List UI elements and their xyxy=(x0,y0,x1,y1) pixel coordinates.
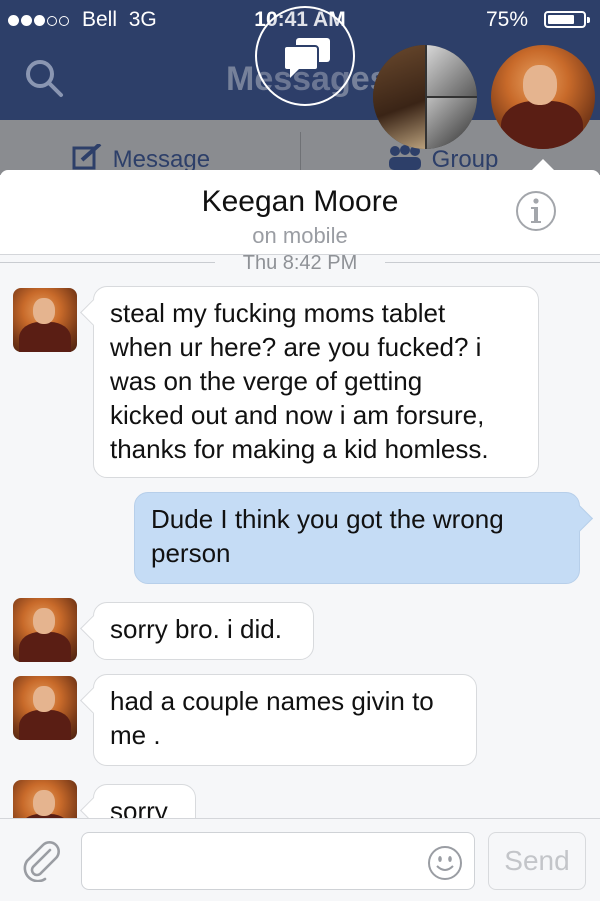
emoji-icon[interactable] xyxy=(427,845,463,881)
message-composer: Send xyxy=(0,818,600,901)
chat-heads-toggle-button[interactable] xyxy=(255,6,355,106)
timestamp-divider: Thu 8:42 PM xyxy=(0,254,600,276)
message-bubble-incoming[interactable]: sorry bro. i did. xyxy=(93,602,314,660)
message-thread[interactable]: Thu 8:42 PM steal my fucking moms tablet… xyxy=(0,254,600,818)
message-line: kicked out and now i am forsure, xyxy=(110,400,485,430)
message-bubble-outgoing[interactable]: Dude I think you got the wrong person xyxy=(134,492,580,584)
conversation-header: Keegan Moore on mobile xyxy=(0,170,600,255)
group-photo-1 xyxy=(373,45,425,149)
message-bubble-incoming[interactable]: had a couple names givin to me . xyxy=(93,674,477,766)
search-icon[interactable] xyxy=(24,58,64,98)
message-line: sorry xyxy=(110,796,168,818)
message-line: thanks for making a kid homless. xyxy=(110,434,489,464)
message-line: was on the verge of getting xyxy=(110,366,423,396)
sender-avatar[interactable] xyxy=(13,598,77,662)
paperclip-icon[interactable] xyxy=(20,840,62,882)
new-group-label: Group xyxy=(431,146,499,173)
contact-status: on mobile xyxy=(252,223,348,248)
message-line: sorry bro. i did. xyxy=(110,614,282,644)
toolbar-divider xyxy=(300,132,301,172)
new-message-label: Message xyxy=(112,146,211,173)
message-line: had a couple names givin to xyxy=(110,686,434,716)
group-photo-2 xyxy=(427,45,477,96)
battery-percent: 75% xyxy=(485,8,528,31)
battery-icon xyxy=(544,11,590,28)
group-photo-3 xyxy=(427,98,477,149)
chat-head-group[interactable] xyxy=(373,45,477,149)
thread-timestamp: Thu 8:42 PM xyxy=(226,254,374,274)
message-line: when ur here? are you fucked? i xyxy=(110,332,482,362)
message-input[interactable] xyxy=(81,832,475,890)
send-button[interactable]: Send xyxy=(488,832,586,890)
message-line: me . xyxy=(110,720,161,750)
chat-head-active[interactable] xyxy=(491,45,595,149)
contact-name[interactable]: Keegan Moore xyxy=(0,185,600,219)
chat-bubbles-icon xyxy=(283,38,330,78)
message-line: person xyxy=(151,538,231,568)
message-bubble-incoming[interactable]: sorry xyxy=(93,784,196,818)
active-chat-pointer xyxy=(529,159,557,173)
message-bubble-incoming[interactable]: steal my fucking moms tablet when ur her… xyxy=(93,286,539,478)
info-icon[interactable] xyxy=(515,190,557,232)
message-line: steal my fucking moms tablet xyxy=(110,298,446,328)
message-line: Dude I think you got the wrong xyxy=(151,504,504,534)
compose-icon xyxy=(72,142,102,170)
sender-avatar[interactable] xyxy=(13,780,77,818)
sender-avatar[interactable] xyxy=(13,288,77,352)
sender-avatar[interactable] xyxy=(13,676,77,740)
